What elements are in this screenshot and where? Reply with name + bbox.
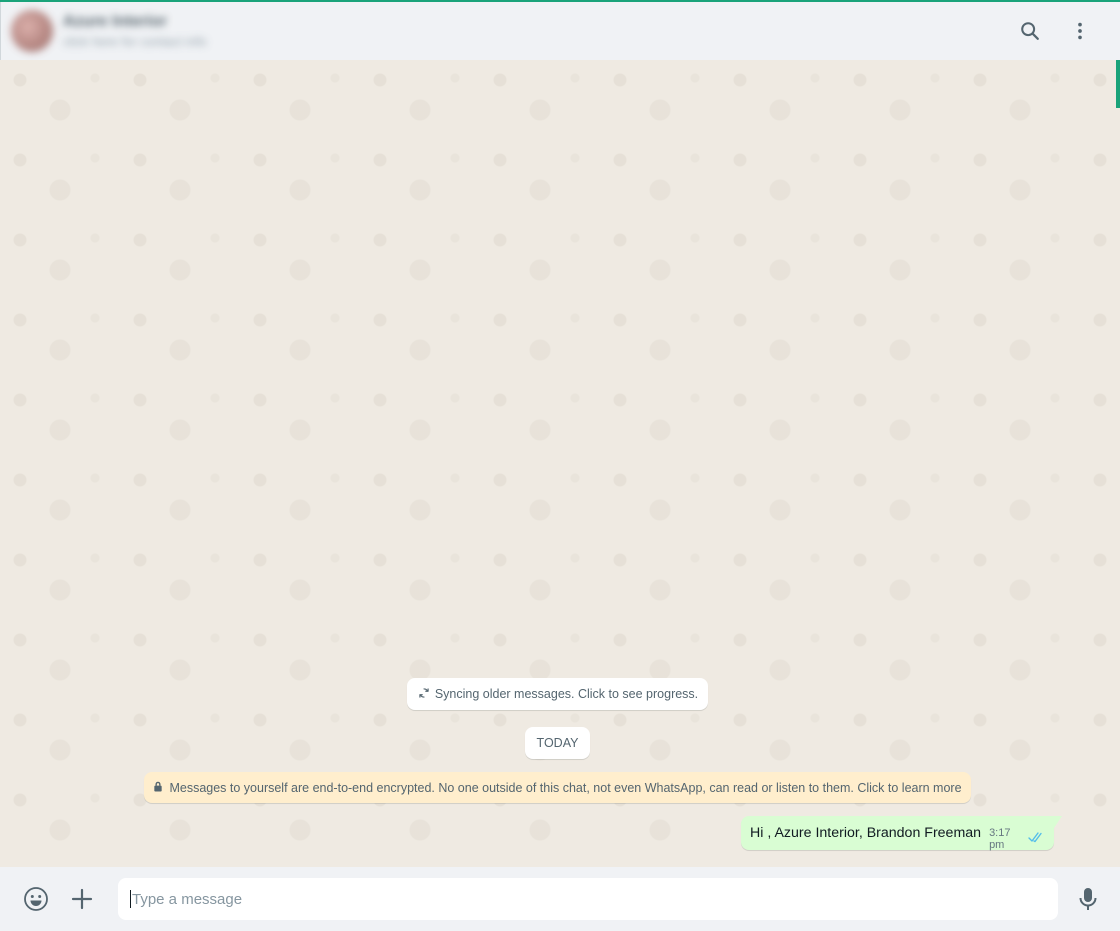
double-check-read-icon xyxy=(1028,830,1044,848)
header-actions xyxy=(1014,15,1110,47)
sync-notice-text: Syncing older messages. Click to see pro… xyxy=(434,687,699,701)
encryption-notice[interactable]: Messages to yourself are end-to-end encr… xyxy=(144,772,971,803)
contact-name: Azure Interior xyxy=(63,13,168,30)
sync-notice[interactable]: Syncing older messages. Click to see pro… xyxy=(407,678,708,710)
encryption-notice-text: Messages to yourself are end-to-end encr… xyxy=(169,780,962,795)
message-input-wrapper[interactable] xyxy=(118,878,1058,920)
contact-status: click here for contact info xyxy=(63,34,207,49)
date-divider: TODAY xyxy=(525,727,590,759)
lock-icon xyxy=(153,781,163,795)
emoji-icon[interactable] xyxy=(20,883,52,915)
date-divider-text: TODAY xyxy=(536,736,579,750)
message-input[interactable] xyxy=(132,890,1046,908)
sync-icon xyxy=(417,686,431,703)
chat-header: Azure Interior click here for contact in… xyxy=(0,2,1120,60)
outgoing-message[interactable]: Hi , Azure Interior, Brandon Freeman 3:1… xyxy=(741,816,1062,851)
search-icon[interactable] xyxy=(1014,15,1046,47)
top-accent-bar xyxy=(0,0,1120,2)
plus-icon[interactable] xyxy=(66,883,98,915)
kebab-menu-icon[interactable] xyxy=(1064,15,1096,47)
avatar[interactable] xyxy=(11,10,53,52)
microphone-icon[interactable] xyxy=(1072,883,1104,915)
scrollbar[interactable] xyxy=(1116,60,1120,108)
message-text: Hi , Azure Interior, Brandon Freeman xyxy=(750,825,982,841)
message-meta: 3:17 pm xyxy=(989,827,1044,851)
text-caret xyxy=(130,890,131,908)
composer xyxy=(0,867,1120,931)
contact-info[interactable]: Azure Interior click here for contact in… xyxy=(11,10,207,52)
chat-panel[interactable]: Syncing older messages. Click to see pro… xyxy=(0,60,1120,867)
message-time: 3:17 pm xyxy=(989,827,1011,851)
